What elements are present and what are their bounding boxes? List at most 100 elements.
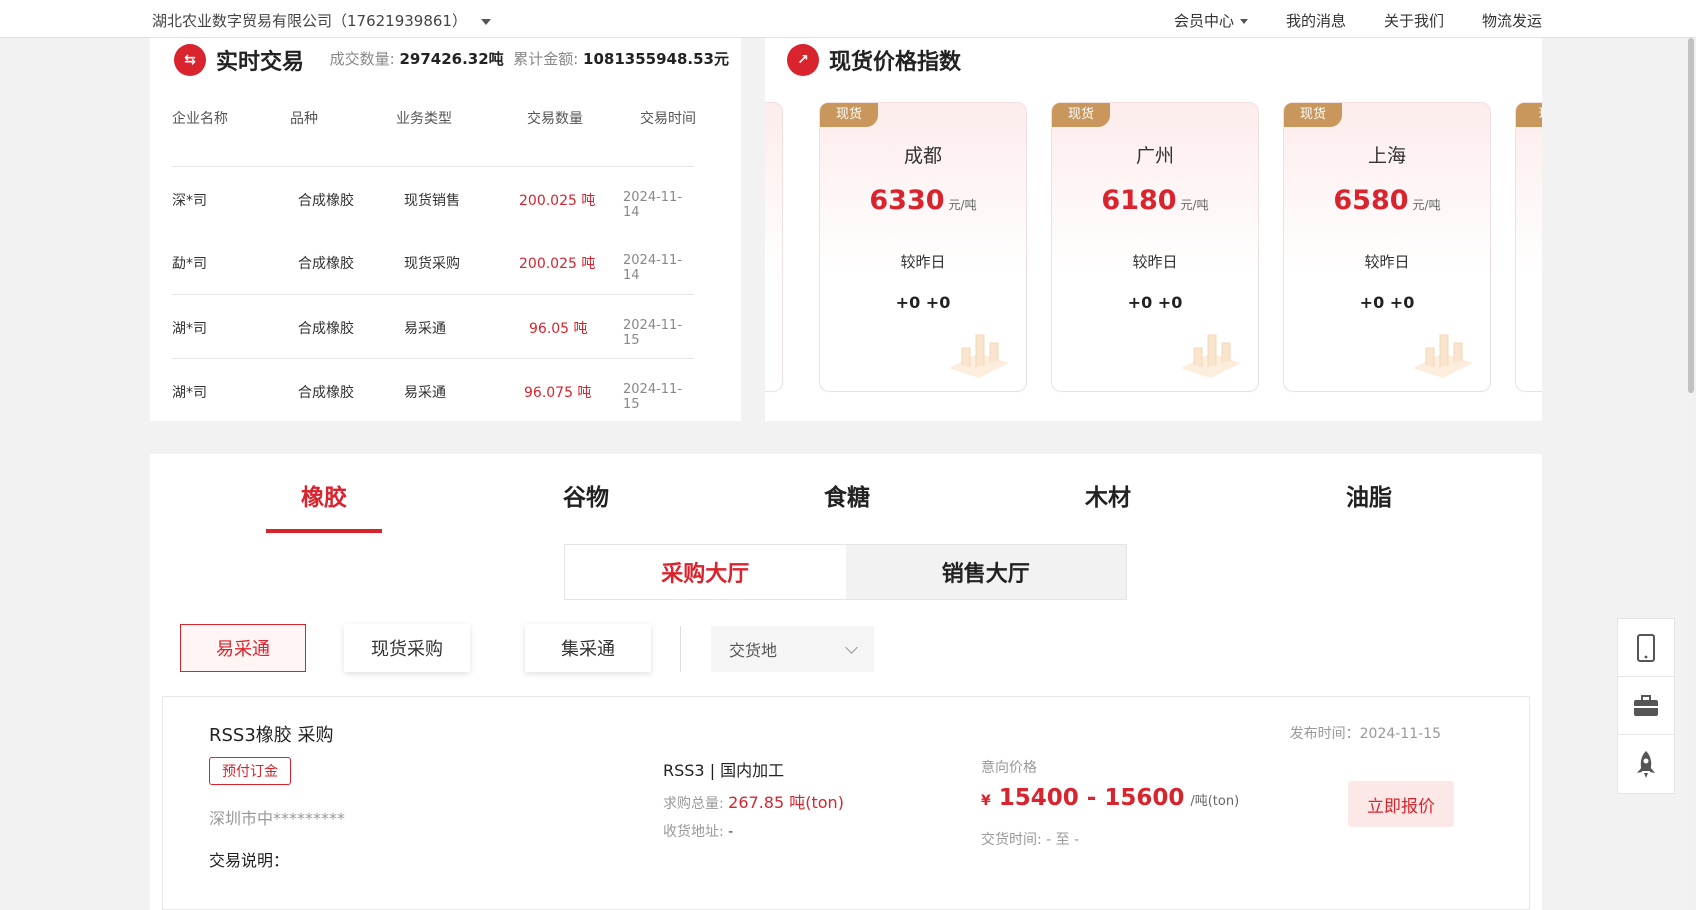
scrollbar[interactable] xyxy=(1686,38,1696,910)
chart-decor-icon xyxy=(1181,334,1241,378)
price-card[interactable]: 现货 广州 6180 元/吨 较昨日 +0 +0 xyxy=(1051,102,1259,392)
category-tabs: 橡胶 谷物 食糖 木材 油脂 xyxy=(150,454,1542,534)
tab-grain[interactable]: 谷物 xyxy=(528,478,644,512)
price-card[interactable]: 现货 上海 6580 元/吨 较昨日 +0 +0 xyxy=(1283,102,1491,392)
price-unit: 元/吨 xyxy=(1412,198,1441,212)
listing-qty: 求购总量: 267.85 吨(ton) xyxy=(663,789,844,813)
sales-hall-button[interactable]: 销售大厅 xyxy=(845,545,1126,599)
cell-type: 现货采购 xyxy=(404,256,460,272)
chart-decor-icon xyxy=(1413,334,1473,378)
cell-date: 2024-11-15 xyxy=(623,382,683,412)
delivery-location-select[interactable]: 交货地 xyxy=(711,626,874,672)
top-bar: 湖北农业数字贸易有限公司（17621939861） 会员中心 我的消息 关于我们… xyxy=(0,0,1696,38)
card-compare: 较昨日 xyxy=(1364,253,1410,271)
cell-company: 深*司 xyxy=(172,193,207,209)
cell-variety: 合成橡胶 xyxy=(298,321,354,337)
volume-value: 297426.32吨 xyxy=(399,50,504,68)
listing-card[interactable]: RSS3橡胶 采购 预付订金 深圳市中********* 交易说明： RSS3 … xyxy=(162,696,1530,910)
hall-switch: 采购大厅 销售大厅 xyxy=(564,544,1127,600)
header-company: 企业名称 xyxy=(172,111,228,127)
card-city: 成都 xyxy=(903,145,942,167)
price-value: 6330 xyxy=(869,185,945,216)
nav-about-us[interactable]: 关于我们 xyxy=(1384,10,1444,31)
briefcase-icon[interactable] xyxy=(1618,677,1674,735)
price-value: 6580 xyxy=(1333,185,1409,216)
subtab-yicaitong[interactable]: 易采通 xyxy=(180,624,306,672)
prepay-badge: 预付订金 xyxy=(209,757,291,785)
card-city: 上海 xyxy=(1367,145,1406,167)
purchase-hall-button[interactable]: 采购大厅 xyxy=(565,545,846,599)
realtime-trade-panel: ⇆ 实时交易 成交数量: 297426.32吨 累计金额: 1081355948… xyxy=(150,38,741,421)
spot-tag: 现货 xyxy=(820,103,878,127)
scrollbar-thumb[interactable] xyxy=(1688,38,1694,393)
addr-value: - xyxy=(728,824,734,840)
header-date: 交易时间 xyxy=(640,111,696,127)
card-change: +0 +0 xyxy=(895,293,951,312)
tab-rubber[interactable]: 橡胶 xyxy=(266,478,382,512)
amount-value: 1081355948.53元 xyxy=(583,50,729,68)
table-row: 湖*司 合成橡胶 易采通 96.075 吨 2024-11-15 xyxy=(172,358,694,422)
chevron-down-icon xyxy=(1239,19,1248,24)
addr-label: 收货地址: xyxy=(663,824,724,840)
subtab-spot-purchase[interactable]: 现货采购 xyxy=(344,624,470,672)
company-name: 湖北农业数字贸易有限公司（17621939861） xyxy=(152,12,467,30)
tab-sugar[interactable]: 食糖 xyxy=(789,478,905,512)
nav-logistics[interactable]: 物流发运 xyxy=(1482,10,1542,31)
quote-now-button[interactable]: 立即报价 xyxy=(1348,781,1454,827)
tab-oil[interactable]: 油脂 xyxy=(1311,478,1427,512)
spot-tag: 现货 xyxy=(1052,103,1110,127)
card-change: +0 +0 xyxy=(1359,293,1415,312)
cell-qty: 200.025 吨 xyxy=(519,193,596,209)
company-selector[interactable]: 湖北农业数字贸易有限公司（17621939861） xyxy=(152,10,491,31)
card-price: 6330 元/吨 xyxy=(820,185,1026,216)
cell-variety: 合成橡胶 xyxy=(298,385,354,401)
currency-symbol: ¥ xyxy=(981,793,991,809)
qty-value: 267.85 吨(ton) xyxy=(728,793,844,812)
price-unit: /吨(ton) xyxy=(1190,794,1240,809)
cell-company: 勐*司 xyxy=(172,256,207,272)
listing-spec: RSS3 | 国内加工 xyxy=(663,761,785,780)
listing-desc-label: 交易说明： xyxy=(209,851,290,870)
amount-label: 累计金额: xyxy=(513,50,579,68)
rocket-icon[interactable] xyxy=(1618,735,1674,793)
divider xyxy=(680,626,681,672)
panel-title: ⇆ 实时交易 xyxy=(174,44,304,76)
card-price: 6180 元/吨 xyxy=(1052,185,1258,216)
price-card[interactable]: 现货 成都 6330 元/吨 较昨日 +0 +0 xyxy=(819,102,1027,392)
price-index-title: 现货价格指数 xyxy=(829,50,962,75)
cell-variety: 合成橡胶 xyxy=(298,193,354,209)
mobile-icon[interactable] xyxy=(1618,619,1674,677)
card-price: 6580 元/吨 xyxy=(1284,185,1490,216)
chart-decor-icon xyxy=(765,313,770,383)
price-card-partial[interactable]: 现 xyxy=(1515,102,1542,392)
publish-time: 发布时间：2024-11-15 xyxy=(1289,726,1441,742)
market-panel: 橡胶 谷物 食糖 木材 油脂 采购大厅 销售大厅 易采通 现货采购 集采通 交货… xyxy=(150,454,1542,910)
card-city: 广州 xyxy=(1135,145,1174,167)
subtab-jicaitong[interactable]: 集采通 xyxy=(525,624,651,672)
table-row: 勐*司 合成橡胶 现货采购 200.025 吨 2024-11-14 xyxy=(172,230,694,294)
nav-my-messages[interactable]: 我的消息 xyxy=(1286,10,1346,31)
cell-variety: 合成橡胶 xyxy=(298,256,354,272)
listing-title[interactable]: RSS3橡胶 采购 xyxy=(209,721,334,747)
spot-tag: 现货 xyxy=(1284,103,1342,127)
price-label: 意向价格 xyxy=(981,760,1037,776)
cell-date: 2024-11-14 xyxy=(623,253,683,283)
card-compare: 较昨日 xyxy=(1132,253,1178,271)
table-row: 湖*司 合成橡胶 易采通 96.05 吨 2024-11-15 xyxy=(172,294,694,358)
nav-label: 会员中心 xyxy=(1173,12,1234,30)
price-card-partial[interactable] xyxy=(765,102,783,392)
tab-timber[interactable]: 木材 xyxy=(1050,478,1166,512)
header-type: 业务类型 xyxy=(396,111,452,127)
card-compare: 较昨日 xyxy=(900,253,946,271)
volume-label: 成交数量: xyxy=(329,50,395,68)
price-unit: 元/吨 xyxy=(1180,198,1209,212)
qty-label: 求购总量: xyxy=(663,796,724,812)
header-variety: 品种 xyxy=(290,111,318,127)
chevron-down-icon xyxy=(480,18,491,25)
card-change: +0 +0 xyxy=(1127,293,1183,312)
price-range: 15400 - 15600 xyxy=(998,785,1185,811)
trade-icon: ⇆ xyxy=(174,44,206,76)
nav-member-center[interactable]: 会员中心 xyxy=(1136,10,1248,31)
cell-company: 湖*司 xyxy=(172,385,207,401)
side-toolbar xyxy=(1617,618,1675,794)
